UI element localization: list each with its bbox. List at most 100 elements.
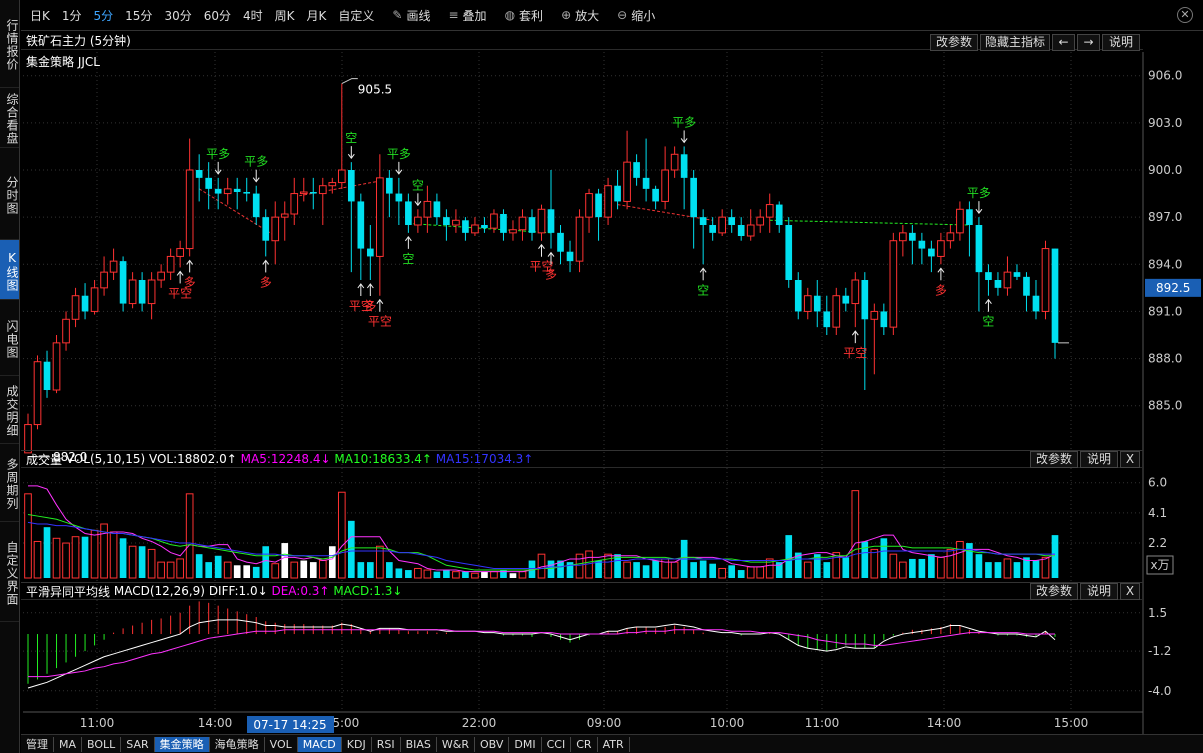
volume-bar [670, 561, 679, 579]
candle-body [452, 219, 460, 226]
indicator-tab-12[interactable]: OBV [475, 736, 510, 752]
signal-label: 空 [697, 283, 709, 297]
indicator-tab-5[interactable]: 海龟策略 [210, 736, 265, 752]
candle-body [81, 295, 89, 312]
indicator-tab-2[interactable]: BOLL [82, 736, 122, 752]
volume-bar [205, 562, 213, 578]
volume-bar [785, 535, 793, 578]
volume-params: VOL(5,10,15) [65, 452, 146, 466]
candle-body [633, 162, 640, 178]
arrow-right-icon[interactable]: → [1077, 34, 1100, 51]
volume-bar [728, 565, 736, 578]
indicator-tab-9[interactable]: RSI [372, 736, 401, 752]
volume-bar [119, 538, 127, 578]
macd-params: MACD(12,26,9) [113, 584, 205, 598]
indicator-tab-1[interactable]: MA [54, 736, 83, 752]
candle-body [185, 169, 194, 250]
volume-axis-label-2: 2.2 [1148, 536, 1167, 550]
candle-body [147, 279, 156, 305]
candle-body [119, 261, 127, 304]
candle-body [985, 272, 992, 280]
volume-bar [690, 562, 697, 578]
candle-body [946, 232, 955, 242]
indicator-tab-14[interactable]: CCI [542, 736, 572, 752]
volume-bar [138, 546, 146, 578]
indicator-tab-16[interactable]: ATR [598, 736, 630, 752]
indicator-tab-15[interactable]: CR [571, 736, 598, 752]
macd-header: 平滑异同平均线 MACD(12,26,9) DIFF:1.0↓ DEA:0.3↑… [21, 582, 1143, 600]
signal-label: 平空 [349, 299, 373, 313]
candle-body [690, 177, 697, 218]
volume-ma15: MA15:17034.3↑ [435, 452, 534, 466]
macd-value: MACD:1.3↓ [333, 584, 403, 598]
time-axis-label-4: 09:00 [587, 716, 622, 730]
volume-bar [490, 571, 498, 579]
volume-unit-label: x万 [1150, 558, 1169, 572]
volume-bar [33, 540, 42, 579]
macd-axis-label-0: 1.5 [1148, 606, 1167, 620]
indicator-tab-7[interactable]: MACD [297, 736, 342, 752]
macd-close-icon[interactable]: X [1120, 583, 1140, 600]
candle-body [490, 213, 498, 229]
indicator-tab-8[interactable]: KDJ [342, 736, 372, 752]
macd-help-button[interactable]: 说明 [1080, 583, 1118, 600]
indicator-tab-11[interactable]: W&R [437, 736, 475, 752]
volume-bar [262, 546, 270, 578]
volume-bar [918, 558, 926, 578]
indicator-tab-13[interactable]: DMI [509, 736, 542, 752]
signal-label: 平多 [967, 186, 991, 200]
candle-body [318, 185, 327, 195]
volume-bar [405, 570, 412, 578]
main-param-button[interactable]: 改参数 [930, 34, 978, 51]
arrow-left-icon[interactable]: ← [1052, 34, 1075, 51]
chart-canvas[interactable]: 906.0 903.0 900.0 897.0 894.0 891.0 888.0 885.0… [0, 0, 1203, 753]
volume-title: 成交量 [26, 452, 63, 467]
time-cursor-label: 07-17 14:25 [253, 718, 326, 732]
indicator-tab-10[interactable]: BIAS [401, 736, 437, 752]
candle-body [614, 185, 621, 202]
indicator-tab-0[interactable]: 管理 [21, 736, 54, 752]
candle-body [928, 248, 935, 257]
macd-axis-label-1: -1.2 [1148, 644, 1171, 658]
time-axis-label-0: 11:00 [80, 716, 115, 730]
volume-help-button[interactable]: 说明 [1080, 451, 1118, 468]
volume-bar [994, 562, 1002, 578]
volume-bar [414, 567, 422, 579]
volume-param-button[interactable]: 改参数 [1030, 451, 1078, 468]
candle-body [328, 182, 337, 187]
candle-body [823, 311, 831, 328]
candle-body [557, 232, 564, 252]
price-axis-label-4: 894.0 [1148, 257, 1182, 271]
candle-body [794, 280, 802, 312]
volume-bar [975, 554, 983, 578]
volume-bar [928, 554, 935, 578]
volume-bar [642, 565, 650, 578]
candle-body [414, 216, 422, 226]
volume-bar [699, 560, 707, 578]
candle-body [243, 192, 251, 194]
indicator-tab-6[interactable]: VOL [265, 736, 298, 752]
price-axis-label-3: 897.0 [1148, 210, 1182, 224]
volume-bar [233, 565, 241, 578]
hide-main-indicator-button[interactable]: 隐藏主指标 [980, 34, 1050, 51]
candle-body [518, 216, 527, 231]
signal-label: 平多 [672, 115, 696, 129]
signal-label: 空 [345, 131, 357, 145]
candle-body [128, 279, 137, 305]
indicator-tab-4[interactable]: 集金策略 [154, 736, 210, 752]
macd-param-button[interactable]: 改参数 [1030, 583, 1078, 600]
candle-body [443, 217, 450, 225]
volume-bar [1003, 558, 1012, 579]
candle-body [1032, 295, 1040, 312]
candle-body [880, 311, 888, 328]
candle-body [785, 225, 793, 280]
indicator-tab-3[interactable]: SAR [121, 736, 155, 752]
volume-bar [746, 566, 755, 579]
volume-bar [281, 543, 289, 578]
signal-label: 多 [260, 275, 272, 289]
candle-body [966, 209, 973, 225]
volume-bar [214, 555, 222, 578]
candle-body [851, 279, 860, 305]
volume-close-icon[interactable]: X [1120, 451, 1140, 468]
main-help-button[interactable]: 说明 [1102, 34, 1140, 51]
